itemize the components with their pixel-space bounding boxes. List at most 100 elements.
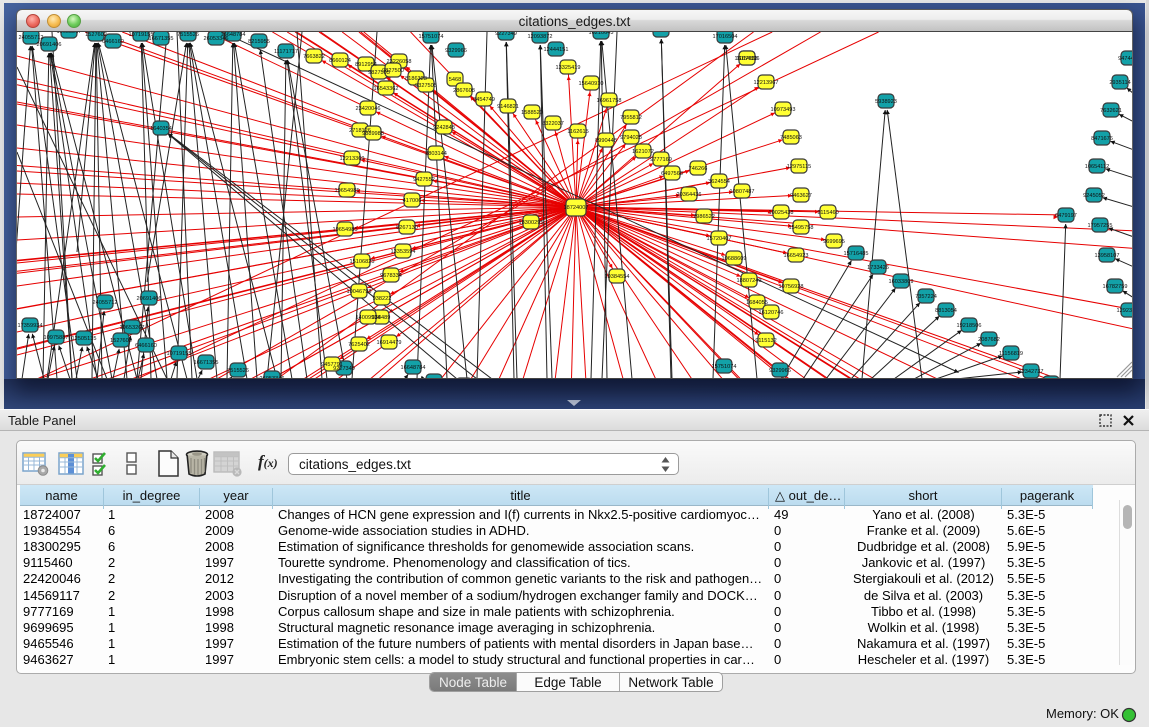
svg-text:19654985: 19654985 bbox=[335, 188, 360, 194]
svg-text:18300295: 18300295 bbox=[519, 220, 544, 226]
svg-text:12444151: 12444151 bbox=[544, 47, 569, 53]
svg-text:19218506: 19218506 bbox=[957, 323, 982, 329]
svg-text:8660124: 8660124 bbox=[329, 58, 351, 64]
svg-text:9146821: 9146821 bbox=[497, 104, 519, 110]
svg-text:16782759: 16782759 bbox=[1103, 284, 1128, 290]
svg-text:16671355: 16671355 bbox=[149, 36, 174, 42]
svg-text:15692971: 15692971 bbox=[649, 32, 674, 34]
svg-text:6466160: 6466160 bbox=[102, 39, 124, 45]
svg-text:16961758: 16961758 bbox=[597, 98, 622, 104]
svg-text:7986522: 7986522 bbox=[693, 214, 715, 220]
svg-text:7485063: 7485063 bbox=[780, 135, 802, 141]
svg-text:16543362: 16543362 bbox=[374, 86, 399, 92]
svg-text:19756928: 19756928 bbox=[779, 284, 804, 290]
svg-text:10653267: 10653267 bbox=[120, 325, 145, 331]
svg-text:2087682: 2087682 bbox=[978, 337, 1000, 343]
svg-text:10973493: 10973493 bbox=[771, 107, 796, 113]
svg-text:23420046: 23420046 bbox=[356, 106, 381, 112]
svg-text:1588520: 1588520 bbox=[521, 110, 543, 116]
svg-text:2803144: 2803144 bbox=[425, 151, 447, 157]
svg-text:16648784: 16648784 bbox=[221, 32, 246, 38]
svg-text:17016504: 17016504 bbox=[713, 34, 738, 40]
svg-text:9329966: 9329966 bbox=[769, 368, 791, 374]
svg-text:10719155: 10719155 bbox=[167, 351, 192, 357]
svg-text:13325419: 13325419 bbox=[556, 65, 581, 71]
svg-text:7955812: 7955812 bbox=[620, 115, 642, 121]
svg-text:8215955: 8215955 bbox=[248, 39, 270, 45]
svg-text:24055712: 24055712 bbox=[19, 35, 44, 41]
svg-text:12505135: 12505135 bbox=[72, 336, 97, 342]
svg-text:2867608: 2867608 bbox=[453, 88, 475, 94]
svg-text:1162615: 1162615 bbox=[567, 129, 588, 135]
svg-text:11156819: 11156819 bbox=[999, 351, 1023, 357]
svg-text:19654985: 19654985 bbox=[333, 227, 358, 233]
svg-text:9242848: 9242848 bbox=[433, 125, 455, 131]
svg-text:17359934: 17359934 bbox=[18, 323, 43, 329]
svg-text:9427552: 9427552 bbox=[413, 177, 435, 183]
svg-text:8912954: 8912954 bbox=[355, 62, 377, 68]
svg-text:10046798: 10046798 bbox=[347, 289, 372, 295]
svg-text:8471676: 8471676 bbox=[1091, 136, 1113, 142]
svg-text:2935114: 2935114 bbox=[1109, 80, 1130, 86]
svg-text:1527602: 1527602 bbox=[85, 32, 107, 38]
svg-text:8186323: 8186323 bbox=[405, 76, 427, 82]
svg-text:9245052: 9245052 bbox=[1083, 193, 1105, 199]
svg-text:1684055: 1684055 bbox=[746, 300, 768, 306]
svg-text:12923446: 12923446 bbox=[1117, 308, 1133, 314]
svg-text:7357224: 7357224 bbox=[915, 294, 937, 300]
svg-text:20364436: 20364436 bbox=[677, 192, 702, 198]
svg-text:15751074: 15751074 bbox=[712, 364, 737, 370]
svg-text:938222: 938222 bbox=[373, 296, 392, 302]
svg-text:18724007: 18724007 bbox=[564, 205, 589, 211]
svg-text:16210643: 16210643 bbox=[589, 32, 614, 36]
svg-text:26053346: 26053346 bbox=[260, 376, 285, 379]
svg-text:6466160: 6466160 bbox=[135, 343, 157, 349]
svg-text:9474444: 9474444 bbox=[1118, 56, 1133, 62]
svg-text:9115132: 9115132 bbox=[755, 338, 776, 344]
svg-text:7515526: 7515526 bbox=[227, 368, 249, 374]
svg-text:6497568: 6497568 bbox=[661, 171, 683, 177]
svg-text:17957255: 17957255 bbox=[1088, 223, 1113, 229]
svg-text:18807249: 18807249 bbox=[737, 278, 762, 284]
svg-text:9329966: 9329966 bbox=[445, 48, 467, 54]
svg-text:10025438: 10025438 bbox=[769, 210, 794, 216]
svg-text:1527602: 1527602 bbox=[110, 338, 132, 344]
svg-text:16914479: 16914479 bbox=[377, 340, 402, 346]
svg-text:5938923: 5938923 bbox=[875, 99, 897, 105]
svg-text:16033809: 16033809 bbox=[889, 279, 914, 285]
svg-text:9678334: 9678334 bbox=[380, 273, 402, 279]
svg-text:16120746: 16120746 bbox=[759, 310, 784, 316]
svg-text:12342737: 12342737 bbox=[1019, 369, 1044, 375]
svg-text:9889988: 9889988 bbox=[362, 131, 384, 137]
svg-text:1621072: 1621072 bbox=[632, 149, 654, 155]
svg-text:9827500: 9827500 bbox=[382, 68, 404, 74]
svg-text:13353594: 13353594 bbox=[391, 249, 416, 255]
svg-text:10807487: 10807487 bbox=[730, 189, 755, 195]
svg-text:8267130: 8267130 bbox=[396, 225, 418, 231]
svg-text:10975887: 10975887 bbox=[44, 335, 69, 341]
svg-text:9699695: 9699695 bbox=[823, 239, 845, 245]
svg-text:6479197: 6479197 bbox=[1055, 213, 1077, 219]
svg-text:15640910: 15640910 bbox=[579, 81, 604, 87]
svg-text:8454749: 8454749 bbox=[473, 97, 495, 103]
svg-text:10654112: 10654112 bbox=[1085, 164, 1109, 170]
svg-text:12093872: 12093872 bbox=[528, 34, 553, 40]
svg-text:9457791: 9457791 bbox=[321, 362, 343, 368]
svg-text:9327505: 9327505 bbox=[415, 83, 437, 89]
svg-text:20691406: 20691406 bbox=[37, 42, 62, 48]
svg-text:8813054: 8813054 bbox=[935, 308, 957, 314]
svg-text:1733426: 1733426 bbox=[867, 265, 889, 271]
svg-text:7632621: 7632621 bbox=[1100, 108, 1122, 114]
svg-text:15751074: 15751074 bbox=[419, 34, 444, 40]
svg-text:417006: 417006 bbox=[403, 198, 422, 204]
svg-text:11171717: 11171717 bbox=[274, 49, 298, 55]
svg-text:15720407: 15720407 bbox=[707, 236, 732, 242]
svg-text:8990448: 8990448 bbox=[595, 138, 617, 144]
svg-text:746266: 746266 bbox=[689, 166, 708, 172]
svg-text:24055712: 24055712 bbox=[93, 300, 118, 306]
svg-text:1640354: 1640354 bbox=[150, 126, 172, 132]
svg-text:15106825: 15106825 bbox=[350, 259, 375, 265]
svg-text:15716485: 15716485 bbox=[844, 251, 869, 257]
svg-text:10653267: 10653267 bbox=[57, 32, 82, 35]
svg-text:14009934: 14009934 bbox=[356, 315, 381, 321]
